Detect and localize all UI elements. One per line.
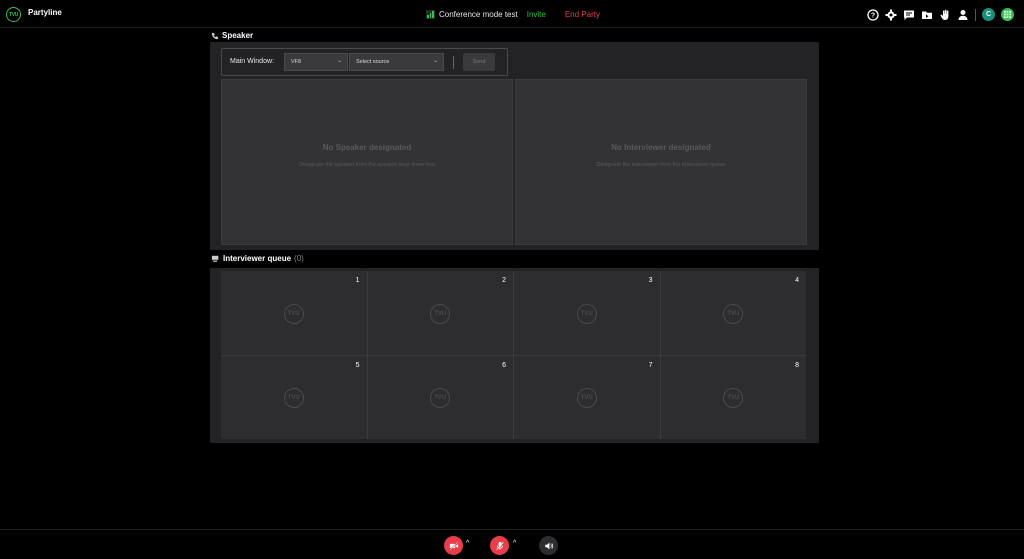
- svg-text:?: ?: [871, 12, 875, 19]
- queue-slot[interactable]: 1 TVU: [221, 271, 367, 355]
- tvu-logo: TVU: [6, 7, 21, 22]
- queue-grid: 1 TVU 2 TVU 3 TVU 4 TVU 5 TVU 6 TVU 7 TVU 8 TVU: [221, 271, 806, 439]
- speaker-section-title: Speaker: [211, 31, 253, 40]
- queue-slot[interactable]: 3 TVU: [514, 271, 660, 355]
- tvu-placeholder-icon: TVU: [723, 303, 744, 324]
- signal-stats-icon[interactable]: [426, 9, 435, 19]
- window-select-value: VF8: [291, 59, 302, 65]
- chevron-down-icon: ⌄: [336, 58, 342, 64]
- slot-number: 3: [648, 277, 653, 284]
- queue-slot[interactable]: 6 TVU: [367, 355, 513, 439]
- mic-off-button[interactable]: [490, 536, 509, 555]
- speaker-viewport: No Speaker designated Designate the spea…: [221, 79, 513, 245]
- slot-number: 4: [795, 277, 799, 284]
- speaker-empty-hint: Designate the speaker from the speaker d…: [299, 162, 435, 168]
- chat-icon[interactable]: [903, 9, 915, 21]
- bottom-controls: ^ ^: [0, 529, 1024, 559]
- conference-title: Conference mode test: [439, 9, 518, 19]
- tvu-placeholder-icon: TVU: [576, 303, 597, 324]
- hand-icon[interactable]: [939, 9, 951, 21]
- tvu-placeholder-icon: TVU: [283, 303, 304, 324]
- queue-section-title: Interviewer queue (0): [211, 254, 304, 263]
- tvu-placeholder-icon: TVU: [283, 388, 304, 409]
- queue-slot[interactable]: 4 TVU: [660, 271, 806, 355]
- camera-off-icon: [449, 541, 458, 550]
- end-party-link[interactable]: End Party: [565, 10, 600, 19]
- slot-number: 8: [795, 361, 799, 369]
- send-button[interactable]: Send: [463, 53, 495, 71]
- interviewer-viewport: No Interviewer designated Designate the …: [515, 79, 807, 245]
- interviewer-empty-title: No Interviewer designated: [611, 143, 711, 152]
- queue-slot[interactable]: 7 TVU: [514, 355, 660, 439]
- toolbar-divider: [453, 56, 454, 69]
- conference-bar: Conference mode test Invite End Party: [426, 8, 600, 20]
- mic-options-caret[interactable]: ^: [513, 540, 516, 547]
- slot-number: 6: [502, 361, 506, 369]
- volume-icon: [544, 542, 553, 549]
- tvu-placeholder-icon: TVU: [723, 388, 744, 409]
- queue-list-icon: [211, 255, 219, 262]
- tvu-placeholder-icon: TVU: [430, 388, 451, 409]
- speaker-phone-icon: [211, 32, 219, 39]
- slot-number: 5: [355, 361, 360, 369]
- speaker-volume-button[interactable]: [539, 536, 558, 555]
- queue-slot[interactable]: 8 TVU: [660, 355, 806, 439]
- user-icon[interactable]: [957, 9, 969, 21]
- app-name: Partyline: [28, 8, 62, 17]
- tvu-placeholder-icon: TVU: [430, 303, 451, 324]
- camera-off-button[interactable]: [444, 536, 463, 555]
- queue-count: (0): [294, 254, 304, 263]
- avatar[interactable]: C: [982, 8, 995, 21]
- header-divider: [975, 8, 976, 21]
- slot-number: 2: [502, 277, 506, 284]
- chevron-down-icon: ⌄: [432, 58, 438, 64]
- source-select[interactable]: Select source ⌄: [349, 53, 444, 71]
- main-window-label: Main Window:: [230, 58, 274, 65]
- slot-number: 1: [355, 277, 360, 284]
- window-select[interactable]: VF8 ⌄: [284, 53, 348, 71]
- gear-icon[interactable]: [885, 9, 897, 21]
- main-window-toolbar: Main Window: VF8 ⌄ Select source ⌄ Send: [221, 48, 508, 76]
- slot-number: 7: [648, 361, 653, 369]
- folder-icon[interactable]: [921, 9, 933, 21]
- invite-link[interactable]: Invite: [527, 10, 546, 19]
- tvu-placeholder-icon: TVU: [576, 388, 597, 409]
- grid-view-icon[interactable]: [1001, 8, 1014, 21]
- queue-section-label: Interviewer queue: [223, 254, 292, 263]
- interviewer-empty-hint: Designate the interviewer from the Inter…: [596, 162, 726, 168]
- speaker-panel: Main Window: VF8 ⌄ Select source ⌄ Send …: [210, 42, 819, 250]
- speaker-section-label: Speaker: [222, 31, 254, 40]
- help-icon[interactable]: ?: [867, 8, 879, 21]
- top-bar: TVU Partyline Conference mode test Invit…: [0, 0, 1024, 28]
- header-actions: ? C: [867, 7, 1014, 22]
- queue-slot[interactable]: 5 TVU: [221, 355, 367, 439]
- queue-panel: 1 TVU 2 TVU 3 TVU 4 TVU 5 TVU 6 TVU 7 TVU 8 TVU: [210, 268, 819, 443]
- mic-off-icon: [495, 541, 504, 550]
- speaker-empty-title: No Speaker designated: [322, 143, 412, 152]
- queue-slot[interactable]: 2 TVU: [367, 271, 513, 355]
- camera-options-caret[interactable]: ^: [466, 540, 469, 547]
- source-select-placeholder: Select source: [356, 59, 390, 65]
